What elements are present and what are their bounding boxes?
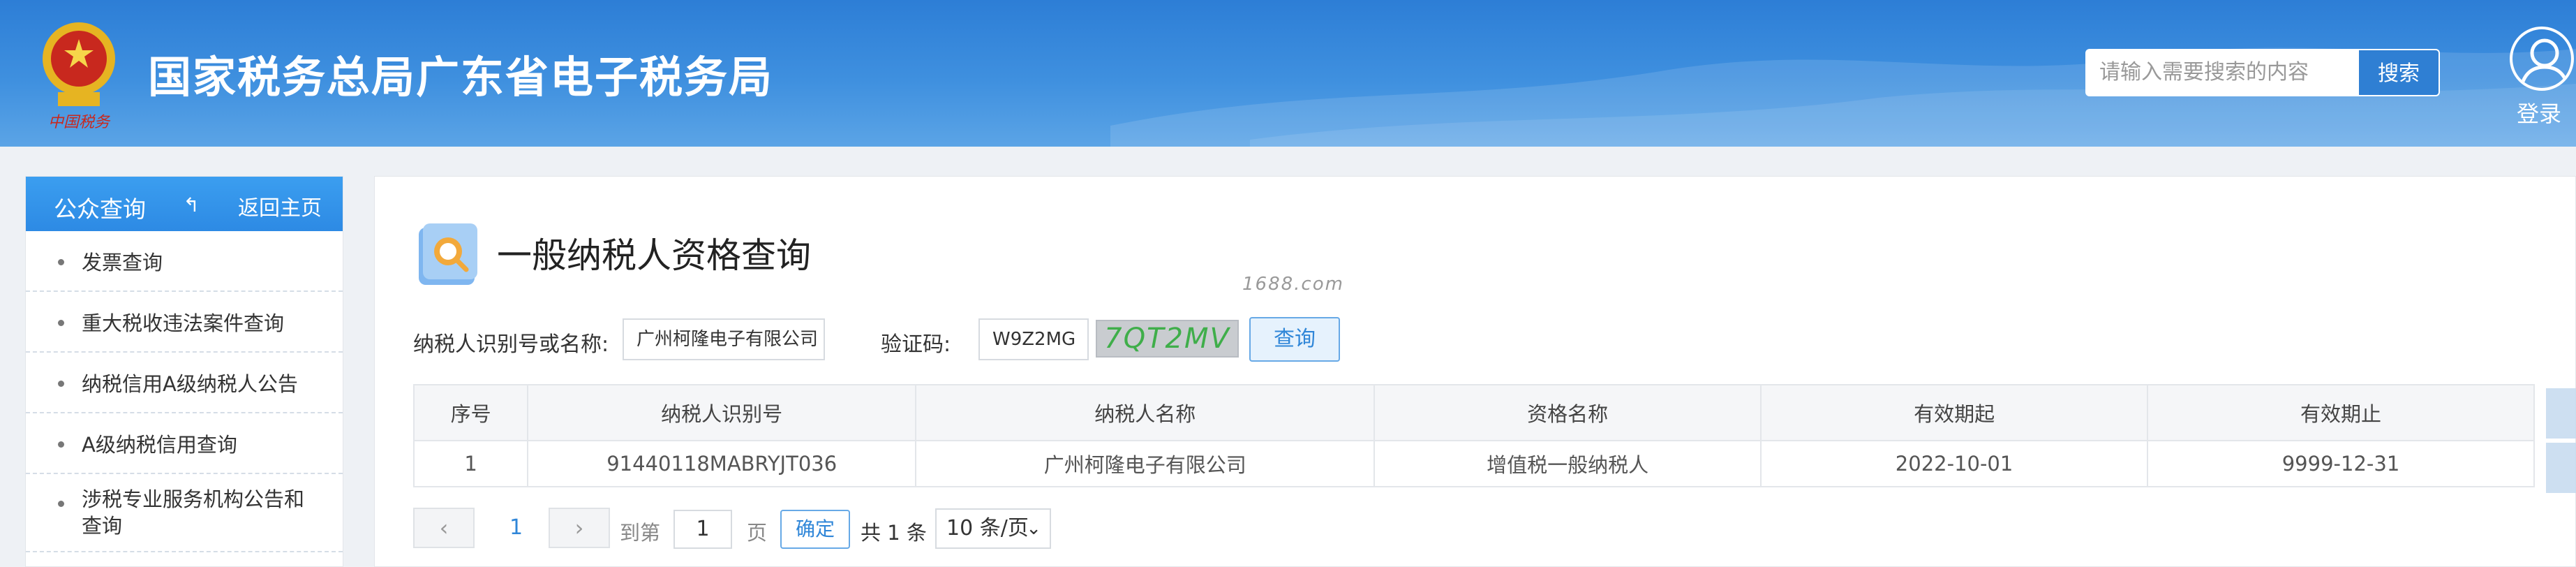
login-link[interactable]: 登录 <box>2517 96 2561 128</box>
total-count: 共 1 条 <box>861 521 927 545</box>
sidebar-item-a-credit-query[interactable]: A级纳税信用查询 <box>26 413 343 474</box>
taxpayer-label: 纳税人识别号或名称: <box>413 332 609 357</box>
column-header: 序号 <box>412 384 529 441</box>
tax-emblem-logo: 中国税务 <box>43 22 115 131</box>
svg-text:中国税务: 中国税务 <box>48 114 111 131</box>
table-cell: 9999-12-31 <box>2147 440 2535 487</box>
captcha-image[interactable]: 7QT2MV <box>1096 320 1239 358</box>
table-header-row: 序号 纳税人识别号 纳税人名称 资格名称 有效期起 有效期止 <box>412 384 2535 441</box>
sidebar-item-label: 发票查询 <box>82 250 163 274</box>
search-input[interactable]: 请输入需要搜索的内容 <box>2085 49 2358 96</box>
sidebar-item-label: A级纳税信用查询 <box>82 432 237 457</box>
sidebar: 公众查询 ↰ 返回主页 发票查询 重大税收违法案件查询 纳税信用A级纳税人公告 … <box>25 176 343 567</box>
back-home-link[interactable]: 返回主页 <box>238 191 322 221</box>
sidebar-item-label: 纳税信用A级纳税人公告 <box>82 371 298 396</box>
table-cell: 广州柯隆电子有限公司 <box>915 440 1376 487</box>
sidebar-item-a-credit-notice[interactable]: 纳税信用A级纳税人公告 <box>26 353 343 413</box>
page-size-select[interactable]: 10 条/页 ⌄ <box>935 508 1051 549</box>
table-cell: 91440118MABRYJT036 <box>527 440 917 487</box>
column-header: 纳税人名称 <box>915 384 1376 441</box>
chevron-right-icon: › <box>574 515 584 541</box>
sidebar-title: 公众查询 <box>54 196 146 223</box>
sidebar-item-service-agencies[interactable]: 涉税专业服务机构公告和查询 <box>26 474 343 552</box>
chevron-down-icon: ⌄ <box>1026 518 1041 539</box>
search-document-icon <box>419 223 477 285</box>
prev-page-button[interactable]: ‹ <box>413 508 475 548</box>
site-header: 中国税务 国家税务总局广东省电子税务局 请输入需要搜索的内容 搜索 登录 <box>0 0 2576 147</box>
sidebar-item-label: 涉税专业服务机构公告和查询 <box>82 487 305 538</box>
taxpayer-input[interactable]: 广州柯隆电子有限公司 <box>623 318 825 360</box>
chevron-left-icon: ‹ <box>439 515 449 541</box>
column-header: 资格名称 <box>1373 384 1762 441</box>
table-cell: 2022-10-01 <box>1760 440 2149 487</box>
table-cell: 1 <box>412 440 529 487</box>
column-header: 有效期起 <box>1760 384 2149 441</box>
goto-label: 到第 <box>620 521 661 545</box>
page-unit-label: 页 <box>747 521 768 545</box>
search-button[interactable]: 搜索 <box>2358 49 2440 96</box>
table-row: 1 91440118MABRYJT036 广州柯隆电子有限公司 增值税一般纳税人… <box>412 440 2535 487</box>
goto-confirm-button[interactable]: 确定 <box>780 510 850 549</box>
page-size-value: 10 条/页 <box>946 516 1029 540</box>
sidebar-item-label: 重大税收违法案件查询 <box>82 311 285 335</box>
query-button[interactable]: 查询 <box>1249 317 1340 362</box>
back-arrow-icon[interactable]: ↰ <box>184 193 200 216</box>
float-service-icon[interactable] <box>2546 388 2576 439</box>
column-header: 有效期止 <box>2147 384 2535 441</box>
sidebar-item-violation-cases[interactable]: 重大税收违法案件查询 <box>26 292 343 353</box>
captcha-label: 验证码: <box>881 332 951 357</box>
sidebar-header: 公众查询 ↰ 返回主页 <box>26 177 343 231</box>
table-cell: 增值税一般纳税人 <box>1373 440 1762 487</box>
captcha-input[interactable]: W9Z2MG <box>978 318 1089 360</box>
sidebar-item-invoice-query[interactable]: 发票查询 <box>26 231 343 292</box>
next-page-button[interactable]: › <box>549 508 610 548</box>
back-to-top-icon[interactable] <box>2546 443 2576 493</box>
results-table: 序号 纳税人识别号 纳税人名称 资格名称 有效期起 有效期止 1 9144011… <box>412 384 2535 487</box>
page-title: 一般纳税人资格查询 <box>497 235 811 276</box>
watermark-text: 1688.com <box>1242 274 1344 295</box>
current-page-number[interactable]: 1 <box>509 515 523 540</box>
column-header: 纳税人识别号 <box>527 384 917 441</box>
goto-page-input[interactable]: 1 <box>673 510 732 549</box>
user-avatar-icon[interactable] <box>2510 27 2574 91</box>
site-title: 国家税务总局广东省电子税务局 <box>148 52 774 103</box>
